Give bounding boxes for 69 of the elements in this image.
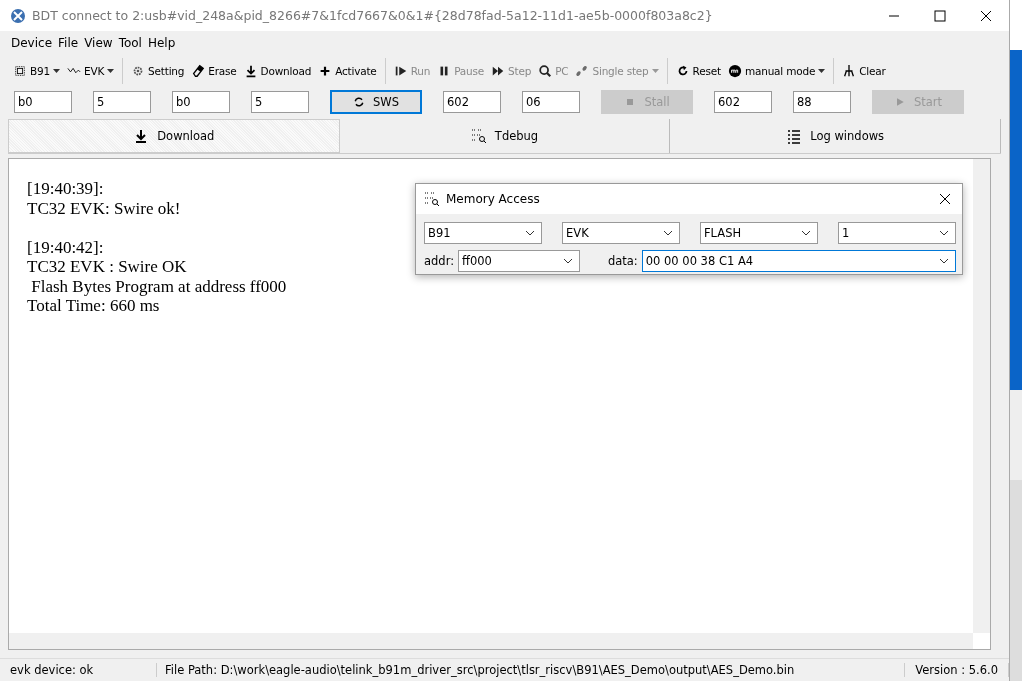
footsteps-icon: [575, 64, 590, 78]
horizontal-scrollbar[interactable]: [9, 633, 973, 649]
input-field[interactable]: b0: [14, 91, 72, 113]
chevron-icon: [801, 230, 811, 236]
menu-item[interactable]: Device: [8, 36, 56, 50]
log-line: Flash Bytes Program at address ff000: [30, 276, 287, 296]
toolbar-button[interactable]: Clear: [839, 62, 889, 80]
input-field[interactable]: 88: [793, 91, 851, 113]
toolbar-button[interactable]: EVK: [63, 62, 118, 80]
status-text: evk device: ok: [0, 663, 157, 677]
search-icon: [538, 64, 553, 78]
chevron-icon: [562, 258, 573, 264]
status-text: Version : 5.6.0: [905, 663, 1009, 677]
toolbar-button[interactable]: Erase: [188, 62, 240, 80]
toolbar-button[interactable]: B91: [10, 62, 63, 80]
toolbar-button[interactable]: Activate: [315, 62, 380, 80]
action-button[interactable]: SWS: [330, 90, 422, 114]
menu-item[interactable]: Tool: [115, 36, 145, 50]
input-field[interactable]: 5: [251, 91, 309, 113]
status-text: File Path: D:\work\eagle-audio\telink_b91m_driver_src\project\tlsr_riscv\B91\AES_Demo\output\AES_Demo.bin: [157, 663, 906, 677]
log-line: TC32 EVK : Swire OK: [27, 257, 187, 277]
input-field[interactable]: 06: [522, 91, 580, 113]
log-line: Total Time: 660 ms: [27, 296, 160, 316]
dropdown[interactable]: ff000: [458, 250, 580, 272]
chip-icon: [13, 64, 27, 78]
app-logo-icon: [10, 7, 26, 24]
field-label: addr:: [424, 254, 455, 268]
input-field[interactable]: 602: [443, 91, 501, 113]
menu-item[interactable]: File: [55, 36, 82, 50]
dropdown[interactable]: 1: [838, 222, 956, 244]
step-icon: [491, 64, 506, 78]
dropdown[interactable]: FLASH: [700, 222, 818, 244]
chevron-icon: [939, 230, 949, 236]
toolbar-button[interactable]: Setting: [128, 62, 188, 80]
binary-search-icon: [424, 191, 440, 207]
list-icon: [786, 128, 803, 144]
eraser-icon: [191, 64, 206, 78]
input-field[interactable]: b0: [172, 91, 230, 113]
dialog-title: Memory Access: [446, 192, 541, 206]
toolbar-button[interactable]: Reset: [672, 62, 724, 80]
menu-item[interactable]: Help: [144, 36, 179, 50]
input-field[interactable]: 602: [714, 91, 772, 113]
toolbar-button[interactable]: manual mode: [724, 62, 829, 80]
chevron-icon: [525, 230, 535, 236]
vertical-scrollbar[interactable]: [973, 159, 990, 633]
mode-icon: [727, 64, 742, 78]
dropdown[interactable]: B91: [424, 222, 542, 244]
caret-icon: [107, 69, 115, 73]
dropdown[interactable]: 00 00 00 38 C1 A4: [641, 250, 956, 272]
toolbar-button[interactable]: Download: [240, 62, 315, 80]
window-title: BDT connect to 2:usb#vid_248a&pid_8266#7&1fcd7667&0&1#{28d78fad-5a12-11d1-ae5b-0000f803a8c2}: [32, 8, 714, 23]
caret-icon: [651, 69, 659, 73]
dropdown[interactable]: EVK: [562, 222, 680, 244]
caret-icon: [818, 69, 826, 73]
close-button[interactable]: [938, 192, 952, 206]
caret-icon: [52, 69, 60, 73]
log-line: [19:40:39]:: [27, 179, 104, 199]
log-line: TC32 EVK: Swire ok!: [27, 198, 181, 218]
input-field[interactable]: 5: [93, 91, 151, 113]
broom-icon: [842, 64, 857, 78]
chevron-icon: [939, 258, 949, 264]
chevron-icon: [663, 230, 673, 236]
tab[interactable]: Download: [8, 119, 340, 153]
refresh-icon: [353, 96, 365, 108]
log-line: [19:40:42]:: [27, 237, 104, 257]
run-icon: [393, 64, 408, 78]
field-label: data:: [607, 254, 638, 268]
binary-search-icon: [470, 128, 487, 144]
menu-item[interactable]: View: [81, 36, 116, 50]
